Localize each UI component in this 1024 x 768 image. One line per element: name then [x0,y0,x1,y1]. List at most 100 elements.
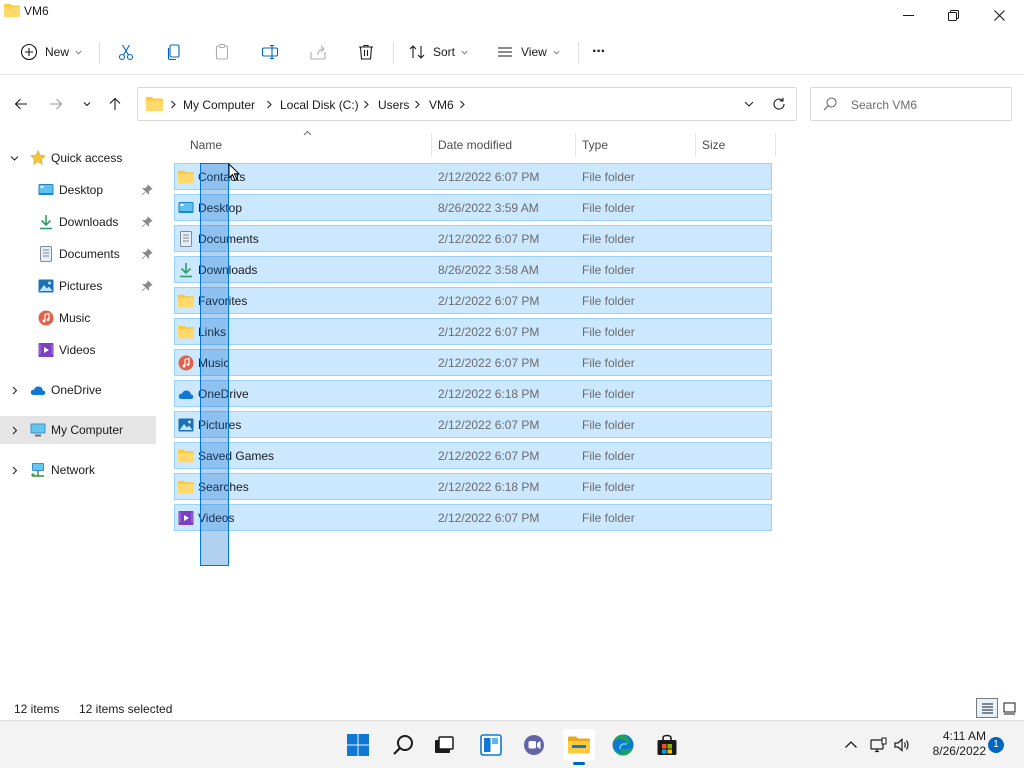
large-icons-view-button[interactable] [998,698,1020,718]
network-status-icon[interactable] [869,736,887,754]
column-header-name[interactable]: Name [190,130,430,160]
up-button[interactable] [105,94,125,114]
cloud-icon [178,390,194,399]
file-row-searches[interactable]: Searches 2/12/2022 6:18 PM File folder [174,473,772,500]
minimize-button[interactable] [885,0,931,30]
file-date: 2/12/2022 6:07 PM [438,232,540,246]
title-bar: VM6 [0,0,1024,30]
cut-button[interactable] [117,38,135,66]
chevron-right-icon [12,386,18,395]
clock[interactable]: 4:11 AM 8/26/2022 [920,729,986,759]
sidebar-item-quick-access[interactable]: Quick access [0,144,156,172]
start-button[interactable] [342,729,374,761]
address-bar[interactable]: My Computer Local Disk (C:) Users VM6 [137,87,797,121]
chat-icon [524,735,544,755]
view-button[interactable]: View [496,38,560,66]
arrow-left-icon [14,98,27,110]
new-button[interactable]: New [20,38,82,66]
sidebar-item-videos[interactable]: Videos [0,336,156,364]
file-row-music[interactable]: Music 2/12/2022 6:07 PM File folder [174,349,772,376]
forward-button[interactable] [46,94,66,114]
back-button[interactable] [11,94,31,114]
search-input[interactable]: Search VM6 [810,87,1012,121]
chat-button[interactable] [518,729,550,761]
file-row-videos[interactable]: Videos 2/12/2022 6:07 PM File folder [174,504,772,531]
download-icon [180,263,192,278]
breadcrumb-local-disk[interactable]: Local Disk (C:) [280,98,359,112]
share-button[interactable] [309,38,327,66]
file-type: File folder [582,418,635,432]
file-row-downloads[interactable]: Downloads 8/26/2022 3:58 AM File folder [174,256,772,283]
paste-button[interactable] [213,38,231,66]
scissors-icon [118,44,134,61]
item-count: 12 items [14,702,60,716]
chevron-right-icon [12,426,18,435]
close-button[interactable] [976,0,1022,30]
sidebar-item-music[interactable]: Music [0,304,156,332]
store-button[interactable] [651,729,683,761]
sidebar-item-label: Pictures [59,279,103,293]
desktop-icon [178,202,194,213]
widgets-button[interactable] [475,729,507,761]
task-view-button[interactable] [428,729,460,761]
column-divider[interactable] [575,133,576,157]
chevron-down-icon [10,156,19,161]
chevron-up-icon[interactable] [842,736,860,754]
breadcrumb-my-computer[interactable]: My Computer [183,98,255,112]
file-row-onedrive[interactable]: OneDrive 2/12/2022 6:18 PM File folder [174,380,772,407]
notification-badge[interactable]: 1 [988,737,1004,753]
sidebar-item-pictures[interactable]: Pictures [0,272,156,300]
file-row-documents[interactable]: Documents 2/12/2022 6:07 PM File folder [174,225,772,252]
restore-icon [947,9,959,21]
file-type: File folder [582,325,635,339]
file-row-contacts[interactable]: Contacts 2/12/2022 6:07 PM File folder [174,163,772,190]
sidebar-item-downloads[interactable]: Downloads [0,208,156,236]
file-type: File folder [582,480,635,494]
sidebar-item-desktop[interactable]: Desktop [0,176,156,204]
search-placeholder: Search VM6 [851,98,918,112]
column-divider[interactable] [431,133,432,157]
store-icon [657,734,677,755]
sort-button[interactable]: Sort [408,38,468,66]
column-header-size[interactable]: Size [702,130,772,160]
folder-icon [178,325,194,339]
file-row-pictures[interactable]: Pictures 2/12/2022 6:07 PM File folder [174,411,772,438]
file-row-links[interactable]: Links 2/12/2022 6:07 PM File folder [174,318,772,345]
refresh-icon[interactable] [772,97,786,111]
address-dropdown-icon[interactable] [744,100,754,108]
file-row-favorites[interactable]: Favorites 2/12/2022 6:07 PM File folder [174,287,772,314]
rename-button[interactable] [261,38,279,66]
file-row-saved-games[interactable]: Saved Games 2/12/2022 6:07 PM File folde… [174,442,772,469]
delete-button[interactable] [357,38,375,66]
breadcrumb-users[interactable]: Users [378,98,409,112]
maximize-button[interactable] [930,0,976,30]
copy-button[interactable] [165,38,183,66]
sidebar-item-label: Documents [59,247,120,261]
pin-icon [141,216,153,228]
file-date: 2/12/2022 6:07 PM [438,325,540,339]
sidebar-item-my-computer[interactable]: My Computer [0,416,156,444]
sidebar-item-label: Downloads [59,215,119,229]
column-header-date[interactable]: Date modified [438,130,573,160]
column-header-type[interactable]: Type [582,130,692,160]
chevron-right-icon [415,100,420,109]
file-date: 2/12/2022 6:18 PM [438,387,540,401]
chevron-right-icon [12,466,18,475]
recent-locations-button[interactable] [77,94,97,114]
column-divider[interactable] [775,133,776,157]
file-explorer-taskbar-button[interactable] [563,729,595,765]
details-view-button[interactable] [976,698,998,718]
documents-icon [180,231,192,247]
sidebar-item-network[interactable]: Network [0,456,156,484]
edge-button[interactable] [607,729,639,761]
file-row-desktop[interactable]: Desktop 8/26/2022 3:59 AM File folder [174,194,772,221]
sidebar-item-onedrive[interactable]: OneDrive [0,376,156,404]
column-divider[interactable] [695,133,696,157]
search-taskbar-button[interactable] [387,729,419,761]
breadcrumb-vm6[interactable]: VM6 [429,98,454,112]
volume-icon[interactable] [893,736,911,754]
sidebar-item-documents[interactable]: Documents [0,240,156,268]
sidebar-item-label: My Computer [51,423,124,437]
more-options-button[interactable]: ··· [592,38,606,66]
file-date: 2/12/2022 6:07 PM [438,449,540,463]
